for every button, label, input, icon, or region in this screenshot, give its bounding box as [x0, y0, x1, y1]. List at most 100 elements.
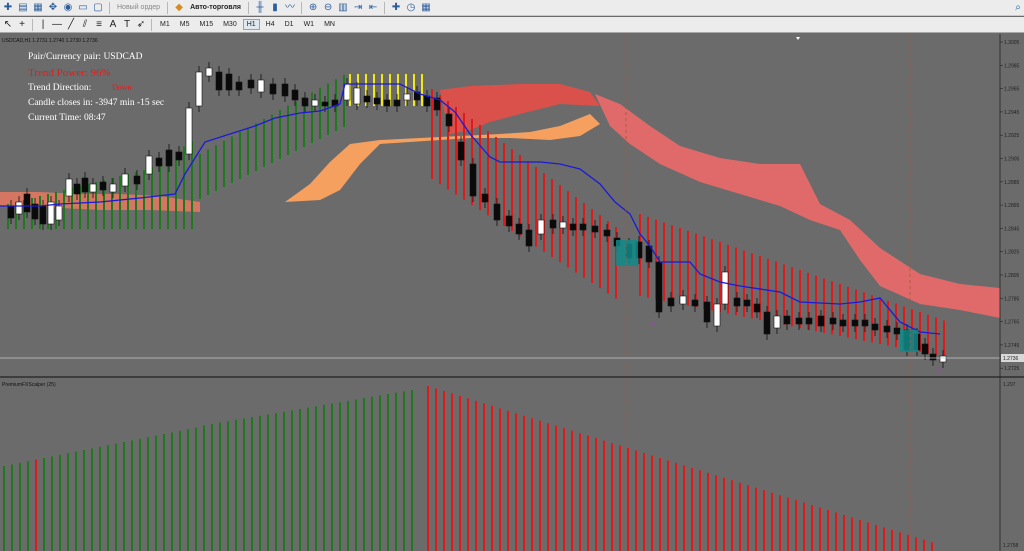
candle — [155, 157, 163, 167]
price-tick-label: 1.2985 — [1004, 63, 1020, 69]
candle — [257, 79, 265, 93]
horizontal-line-icon[interactable]: — — [51, 19, 63, 31]
timeframe-m30[interactable]: M30 — [219, 19, 241, 30]
candle — [655, 261, 663, 313]
candle — [403, 93, 411, 101]
timeframe-mn[interactable]: MN — [320, 19, 339, 30]
autoscroll-icon[interactable]: ⇥ — [352, 2, 364, 14]
indicator-title: PremiumFXScalper (25) — [2, 382, 56, 388]
candle — [89, 183, 97, 193]
market-watch-icon[interactable]: ▦ — [32, 2, 44, 14]
chart-shift-icon[interactable]: ⇤ — [367, 2, 379, 14]
price-tick-label: 1.2805 — [1004, 273, 1020, 279]
tile-windows-icon[interactable]: ▥ — [337, 2, 349, 14]
search-icon[interactable]: ⌕ — [1012, 2, 1024, 14]
price-tick-label: 1.2945 — [1004, 110, 1020, 116]
current-price-value: 1.2736 — [1003, 356, 1019, 362]
terminal-icon[interactable]: ▭ — [77, 2, 89, 14]
candle — [145, 155, 153, 175]
candle — [81, 177, 89, 193]
candle — [445, 113, 453, 127]
timeframe-m5[interactable]: M5 — [176, 19, 194, 30]
price-tick-label: 1.2865 — [1004, 203, 1020, 209]
channel-icon[interactable]: ⫽ — [79, 19, 91, 31]
candle — [363, 95, 371, 103]
chart-header: USDCAD,H1 1.2731 1.2740 1.2730 1.2736 — [2, 38, 98, 44]
candle — [291, 89, 299, 101]
candle — [743, 299, 751, 307]
candle — [733, 297, 741, 307]
candle — [311, 99, 319, 107]
price-tick-label: 1.2925 — [1004, 133, 1020, 139]
candle — [247, 79, 255, 89]
trendline-icon[interactable]: ╱ — [65, 19, 77, 31]
timeframe-m15[interactable]: M15 — [195, 19, 217, 30]
candle — [679, 295, 687, 305]
text-icon[interactable]: A — [107, 19, 119, 31]
price-tick-label: 1.2845 — [1004, 226, 1020, 232]
bar-chart-icon[interactable]: ╫ — [254, 2, 266, 14]
candle — [73, 183, 81, 195]
candle — [7, 205, 15, 219]
price-tick-label: 1.2905 — [1004, 157, 1020, 163]
fibonacci-icon[interactable]: ≡ — [93, 19, 105, 31]
price-tick-label: 1.2765 — [1004, 320, 1020, 326]
drawing-toolbar: ↖ + | — ╱ ⫽ ≡ A T ➶ M1 M5 M15 M30 H1 H4 … — [0, 17, 1024, 33]
candlestick-icon[interactable]: ▮ — [269, 2, 281, 14]
candle — [235, 81, 243, 91]
candle — [861, 319, 869, 327]
zoom-out-icon[interactable]: ⊖ — [322, 2, 334, 14]
candle — [929, 353, 937, 361]
candle — [383, 99, 391, 107]
label-icon[interactable]: T — [121, 19, 133, 31]
timeframe-h1[interactable]: H1 — [242, 19, 260, 30]
profiles-icon[interactable]: ▤ — [17, 2, 29, 14]
new-chart-icon[interactable]: ✚ — [2, 2, 14, 14]
strategy-tester-icon[interactable]: ▢ — [92, 2, 104, 14]
autotrading-button[interactable]: Авто-торговля — [188, 4, 243, 11]
candle — [525, 229, 533, 247]
current-time-label: Current Time: 08:47 — [28, 113, 106, 123]
timeframe-m1[interactable]: M1 — [156, 19, 174, 30]
signal-check-icon: ✓ — [935, 366, 943, 376]
price-tick-label: 1.2785 — [1004, 296, 1020, 302]
signal-box — [616, 240, 638, 266]
candle — [721, 271, 729, 305]
templates-icon[interactable]: ▦ — [420, 2, 432, 14]
candle — [23, 193, 31, 213]
navigator-icon[interactable]: ✥ — [47, 2, 59, 14]
line-chart-icon[interactable]: 〰 — [284, 2, 296, 14]
candle — [829, 317, 837, 325]
separator — [301, 1, 303, 14]
candle — [537, 219, 545, 235]
cursor-icon[interactable]: ↖ — [2, 19, 14, 31]
candle — [817, 315, 825, 327]
separator — [248, 1, 250, 14]
candle — [457, 141, 465, 161]
vertical-line-icon[interactable]: | — [37, 19, 49, 31]
timeframe-h4[interactable]: H4 — [262, 19, 279, 30]
candle — [15, 201, 23, 215]
candle — [269, 83, 277, 95]
candle — [185, 107, 193, 155]
indicator-bottom-value: 1.2758 — [1003, 543, 1019, 549]
zoom-in-icon[interactable]: ⊕ — [307, 2, 319, 14]
new-order-button[interactable]: Новый ордер — [115, 4, 162, 11]
data-window-icon[interactable]: ◉ — [62, 2, 74, 14]
crosshair-icon[interactable]: + — [16, 19, 28, 31]
periods-icon[interactable]: ◷ — [405, 2, 417, 14]
arrows-icon[interactable]: ➶ — [135, 19, 147, 31]
timeframe-w1[interactable]: W1 — [300, 19, 319, 30]
autotrading-icon: ◆ — [175, 1, 183, 13]
candle — [691, 299, 699, 307]
separator — [151, 18, 152, 31]
candle — [713, 303, 721, 327]
candle — [121, 173, 129, 187]
candle — [133, 175, 141, 185]
candle — [55, 205, 63, 221]
chart-window[interactable]: ✓ ✓ Pair/Currency pair: USDCAD Trend Pow… — [0, 34, 1024, 551]
candle — [301, 97, 309, 107]
timeframe-d1[interactable]: D1 — [281, 19, 298, 30]
trend-direction-label: Trend Direction: — [28, 83, 91, 93]
indicators-icon[interactable]: ✚ — [390, 2, 402, 14]
